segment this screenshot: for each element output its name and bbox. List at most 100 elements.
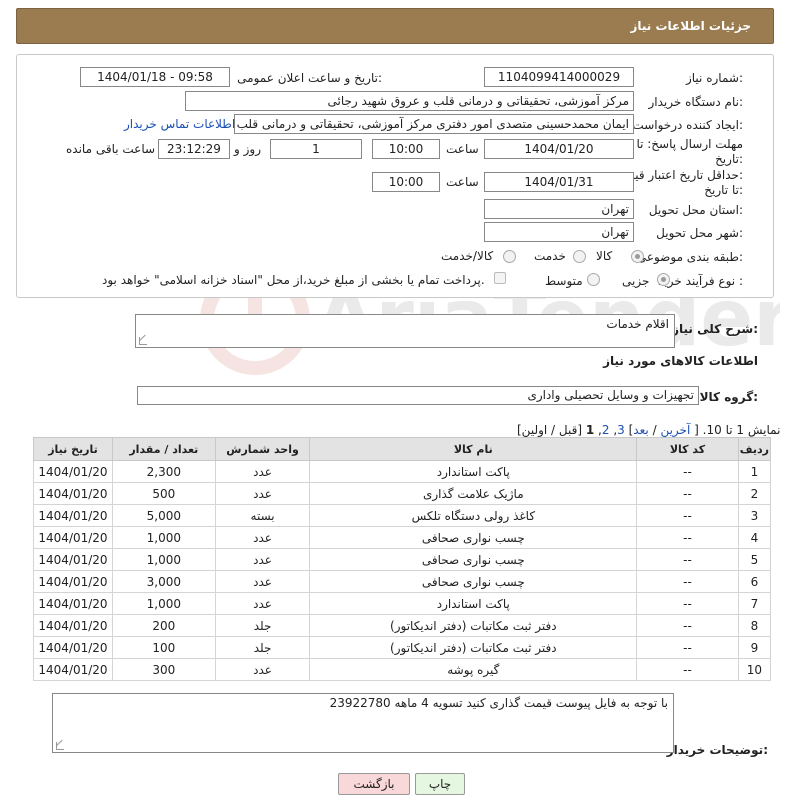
buyer-notes-textarea: با توجه به فایل پیوست قیمت گذاری کنید تس… <box>52 693 674 753</box>
validity-label-line1: حداقل تاریخ اعتبار قیمت: <box>616 168 743 182</box>
pagination-bracket-open: [ <box>694 423 699 437</box>
cell-code: -- <box>636 658 739 681</box>
pagination-page-3[interactable]: 3 <box>617 423 625 437</box>
cell-quantity: 5,000 <box>112 504 216 527</box>
table-row: 3 -- کاغذ رولی دستگاه تلکس بسته 5,000 1404/01… <box>33 504 772 527</box>
cell-row-number: 5 <box>737 548 772 571</box>
col-header-code: کد کالا <box>636 437 739 461</box>
deadline-time-field: 10:00 <box>372 139 440 159</box>
category-radio-goods-service[interactable] <box>503 250 516 263</box>
cell-quantity: 3,000 <box>112 570 216 593</box>
pagination-summary: نمایش 1 تا 10. <box>702 423 781 437</box>
category-radio-goods[interactable] <box>631 250 644 263</box>
deadline-label-line1: مهلت ارسال پاسخ: تا <box>636 137 743 151</box>
cell-code: -- <box>636 526 739 549</box>
cell-code: -- <box>636 592 739 615</box>
pagination-separator: / <box>652 423 657 437</box>
resize-grip-icon[interactable] <box>56 742 64 750</box>
validity-label-line2: تا تاریخ: <box>704 183 743 197</box>
city-field: تهران <box>484 222 634 242</box>
announce-label: تاریخ و ساعت اعلان عمومی: <box>237 71 382 85</box>
cell-date: 1404/01/20 <box>33 526 113 549</box>
goods-table: ردیف کد کالا نام کالا واحد شمارش تعداد /… <box>33 437 772 681</box>
creator-label: ایجاد کننده درخواست: <box>632 118 743 132</box>
cell-row-number: 9 <box>737 636 772 659</box>
table-row: 6 -- چسب نواری صحافی عدد 3,000 1404/01/20 <box>33 570 772 593</box>
purchase-radio-medium[interactable] <box>587 273 600 286</box>
purchase-radio-minor[interactable] <box>657 273 670 286</box>
cell-row-number: 10 <box>737 658 772 681</box>
deadline-time-label: ساعت <box>446 142 479 156</box>
need-number-field: 1104099414000029 <box>484 67 634 87</box>
cell-quantity: 1,000 <box>112 592 216 615</box>
cell-code: -- <box>636 482 739 505</box>
need-number-label: شماره نیاز: <box>685 71 743 85</box>
table-row: 8 -- دفتر ثبت مکاتبات (دفتر اندیکاتور) جلد 2… <box>33 614 772 637</box>
cell-date: 1404/01/20 <box>33 614 113 637</box>
cell-name: کاغذ رولی دستگاه تلکس <box>309 504 638 527</box>
cell-code: -- <box>636 570 739 593</box>
pagination-prev-first: [قبل / اولین] <box>517 423 583 437</box>
cell-quantity: 500 <box>112 482 216 505</box>
category-label: طبقه بندی موضوعی: <box>636 250 743 264</box>
cell-name: چسب نواری صحافی <box>309 548 638 571</box>
cell-unit: عدد <box>214 658 311 681</box>
province-label: استان محل تحویل: <box>648 203 743 217</box>
cell-date: 1404/01/20 <box>33 548 113 571</box>
cell-code: -- <box>636 636 739 659</box>
pagination-next-link[interactable]: بعد <box>633 423 648 437</box>
page-title: جزئیات اطلاعات نیاز <box>630 19 751 33</box>
treasury-payment-checkbox[interactable] <box>494 272 506 284</box>
table-row: 9 -- دفتر ثبت مکاتبات (دفتر اندیکاتور) جلد 1… <box>33 636 772 659</box>
summary-textarea: اقلام خدمات <box>135 314 675 348</box>
cell-date: 1404/01/20 <box>33 636 113 659</box>
category-radio-service[interactable] <box>573 250 586 263</box>
table-row: 5 -- چسب نواری صحافی عدد 1,000 1404/01/20 <box>33 548 772 571</box>
col-header-date: تاریخ نیاز <box>33 437 113 461</box>
purchase-option-medium: متوسط <box>545 274 583 288</box>
purchase-option-minor: جزیی <box>622 274 650 288</box>
pagination-page-2[interactable]: 2 <box>602 423 610 437</box>
category-option-goods: کالا <box>596 249 613 263</box>
page-header: جزئیات اطلاعات نیاز <box>16 8 774 44</box>
table-row: 4 -- چسب نواری صحافی عدد 1,000 1404/01/20 <box>33 526 772 549</box>
pagination-last-link[interactable]: آخرین <box>660 423 690 437</box>
cell-unit: عدد <box>214 548 311 571</box>
cell-name: ماژیک علامت گذاری <box>309 482 638 505</box>
announce-datetime-field: 1404/01/18 - 09:58 <box>80 67 230 87</box>
resize-grip-icon[interactable] <box>139 337 147 345</box>
category-option-goods-service: کالا/خدمت <box>441 249 494 263</box>
cell-row-number: 3 <box>737 504 772 527</box>
deadline-date-field: 1404/01/20 <box>484 139 634 159</box>
cell-code: -- <box>636 504 739 527</box>
back-button[interactable]: بازگشت <box>338 773 410 795</box>
print-button[interactable]: چاپ <box>415 773 465 795</box>
cell-code: -- <box>636 614 739 637</box>
cell-quantity: 1,000 <box>112 548 216 571</box>
col-header-name: نام کالا <box>309 437 638 461</box>
goods-section-title: اطلاعات کالاهای مورد نیاز <box>603 354 758 368</box>
province-field: تهران <box>484 199 634 219</box>
cell-row-number: 2 <box>737 482 772 505</box>
buyer-notes-text: با توجه به فایل پیوست قیمت گذاری کنید تس… <box>329 696 668 710</box>
cell-row-number: 7 <box>737 592 772 615</box>
remaining-time-label: ساعت باقی مانده <box>66 142 156 156</box>
cell-quantity: 300 <box>112 658 216 681</box>
col-header-quantity: تعداد / مقدار <box>112 437 216 461</box>
col-header-unit: واحد شمارش <box>214 437 311 461</box>
buyer-contact-link[interactable]: اطلاعات تماس خریدار <box>124 117 235 131</box>
buyer-org-field: مرکز آموزشی، تحقیقاتی و درمانی قلب و عرو… <box>185 91 634 111</box>
purchase-type-label: نوع فرآیند خرید : <box>658 274 743 288</box>
days-label: روز و <box>234 142 261 156</box>
remaining-days-field: 1 <box>270 139 362 159</box>
cell-name: دفتر ثبت مکاتبات (دفتر اندیکاتور) <box>309 636 638 659</box>
cell-unit: عدد <box>214 482 311 505</box>
creator-field: ایمان محمدحسینی متصدی امور دفتری مرکز آم… <box>234 114 634 134</box>
validity-time-label: ساعت <box>446 175 479 189</box>
validity-time-field: 10:00 <box>372 172 440 192</box>
cell-row-number: 4 <box>737 526 772 549</box>
table-row: 7 -- پاکت استاندارد عدد 1,000 1404/01/20 <box>33 592 772 615</box>
cell-quantity: 200 <box>112 614 216 637</box>
cell-name: چسب نواری صحافی <box>309 570 638 593</box>
deadline-label-line2: تاریخ: <box>715 152 743 166</box>
